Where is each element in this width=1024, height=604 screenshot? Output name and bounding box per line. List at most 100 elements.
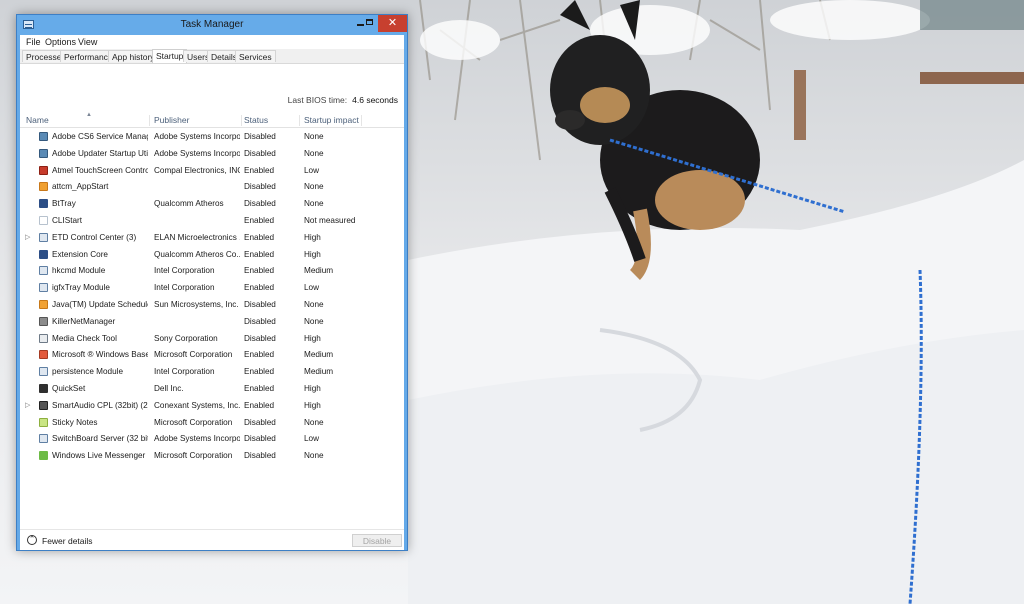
generic-app-icon xyxy=(39,367,48,377)
row-name: Adobe Updater Startup Utility xyxy=(52,148,148,158)
row-name: ETD Control Center (3) xyxy=(52,232,137,242)
row-name: BtTray xyxy=(52,199,76,209)
row-startup-impact: High xyxy=(304,232,321,242)
table-row[interactable]: KillerNetManager Disabled None xyxy=(20,313,404,330)
table-row[interactable]: Java(TM) Update Scheduler Sun Microsystem… xyxy=(20,296,404,313)
row-name: attcm_AppStart xyxy=(52,182,109,192)
sticky-notes-icon xyxy=(39,417,48,427)
expand-chevron-icon[interactable]: ▷ xyxy=(25,233,30,241)
row-publisher: Dell Inc. xyxy=(154,384,184,393)
row-startup-impact: None xyxy=(304,316,324,326)
menu-view[interactable]: View xyxy=(78,37,97,47)
row-status: Disabled xyxy=(244,182,276,192)
menu-file[interactable]: File xyxy=(26,37,41,47)
row-status: Enabled xyxy=(244,232,275,242)
table-row[interactable]: Extension Core Qualcomm Atheros Co... Enab… xyxy=(20,246,404,263)
table-row[interactable]: Adobe CS6 Service Manager Adobe Systems I… xyxy=(20,128,404,145)
table-row[interactable]: Atmel TouchScreen Control Compal Electron… xyxy=(20,162,404,179)
table-row[interactable]: igfxTray Module Intel Corporation Enabled L… xyxy=(20,279,404,296)
row-publisher: Adobe Systems Incorpor... xyxy=(154,434,240,444)
row-status: Enabled xyxy=(244,165,275,175)
row-name: QuickSet xyxy=(52,384,86,393)
chevron-up-circle-icon[interactable]: ⌃ xyxy=(27,535,37,545)
row-name: persistence Module xyxy=(52,367,123,377)
row-publisher: Intel Corporation xyxy=(154,283,215,293)
column-header-startup-impact[interactable]: Startup impact xyxy=(304,115,362,126)
quickset-icon xyxy=(39,384,48,393)
table-row[interactable]: Media Check Tool Sony Corporation Disabled… xyxy=(20,330,404,347)
column-header-status[interactable]: Status xyxy=(244,115,300,126)
tab-strip: Processes Performance App history Startu… xyxy=(20,49,404,64)
row-startup-impact: High xyxy=(304,384,321,393)
row-publisher: ELAN Microelectronics ... xyxy=(154,232,240,242)
maximize-button[interactable] xyxy=(361,15,378,32)
row-startup-impact: Not measured xyxy=(304,216,356,225)
close-icon: ✕ xyxy=(387,17,398,29)
messenger-icon xyxy=(39,451,48,461)
row-status: Disabled xyxy=(244,417,276,427)
row-publisher: Microsoft Corporation xyxy=(154,417,233,427)
row-startup-impact: None xyxy=(304,417,324,427)
row-startup-impact: None xyxy=(304,182,324,192)
row-publisher: Adobe Systems Incorpor... xyxy=(154,132,240,141)
close-button[interactable]: ✕ xyxy=(378,15,407,32)
row-publisher: Sony Corporation xyxy=(154,333,218,343)
table-row[interactable]: attcm_AppStart Disabled None xyxy=(20,178,404,195)
tab-app-history[interactable]: App history xyxy=(108,50,159,62)
orange-app-icon xyxy=(39,182,48,192)
row-name: Atmel TouchScreen Control xyxy=(52,165,148,175)
row-startup-impact: High xyxy=(304,400,321,410)
java-icon xyxy=(39,300,48,309)
row-status: Disabled xyxy=(244,451,276,461)
row-status: Disabled xyxy=(244,333,276,343)
row-status: Enabled xyxy=(244,216,275,225)
row-name: Media Check Tool xyxy=(52,333,117,343)
row-publisher: Adobe Systems Incorpor... xyxy=(154,148,240,158)
title-bar[interactable]: Task Manager ✕ xyxy=(17,15,407,35)
table-row[interactable]: SwitchBoard Server (32 bit) Adobe Systems… xyxy=(20,430,404,447)
column-header-row: Name ▲ Publisher Status Startup impact xyxy=(20,112,404,128)
row-publisher: Microsoft Corporation xyxy=(154,451,233,461)
column-header-publisher[interactable]: Publisher xyxy=(154,115,242,126)
table-row[interactable]: ▷ ETD Control Center (3) ELAN Microelectro… xyxy=(20,229,404,246)
disable-button[interactable]: Disable xyxy=(352,534,402,547)
row-name: KillerNetManager xyxy=(52,316,116,326)
row-startup-impact: Medium xyxy=(304,367,334,377)
row-status: Enabled xyxy=(244,384,275,393)
window-title: Task Manager xyxy=(180,19,244,30)
media-icon xyxy=(39,333,48,343)
column-name-label: Name xyxy=(26,115,49,125)
row-name: Sticky Notes xyxy=(52,417,98,427)
table-row[interactable]: Sticky Notes Microsoft Corporation Disable… xyxy=(20,414,404,431)
row-startup-impact: Low xyxy=(304,434,320,444)
row-publisher: Intel Corporation xyxy=(154,367,215,377)
window-client-area: File Options View Processes Performance … xyxy=(20,35,404,550)
menu-options[interactable]: Options xyxy=(45,37,76,47)
row-startup-impact: High xyxy=(304,249,321,259)
row-name: Extension Core xyxy=(52,249,108,259)
expand-chevron-icon[interactable]: ▷ xyxy=(25,401,30,409)
tab-services[interactable]: Services xyxy=(235,50,276,62)
row-publisher: Microsoft Corporation xyxy=(154,350,233,360)
generic-app-icon xyxy=(39,434,48,444)
row-startup-impact: High xyxy=(304,333,321,343)
table-row[interactable]: Adobe Updater Startup Utility Adobe Syste… xyxy=(20,145,404,162)
table-row[interactable]: persistence Module Intel Corporation Enabl… xyxy=(20,363,404,380)
table-row[interactable]: hkcmd Module Intel Corporation Enabled Medi… xyxy=(20,262,404,279)
row-publisher: Qualcomm Atheros xyxy=(154,199,224,209)
table-row[interactable]: ▷ SmartAudio CPL (32bit) (2) Conexant Syst… xyxy=(20,397,404,414)
column-header-name[interactable]: Name ▲ xyxy=(26,112,150,126)
fewer-details-link[interactable]: Fewer details xyxy=(42,536,93,546)
row-status: Disabled xyxy=(244,148,276,158)
row-status: Enabled xyxy=(244,266,275,276)
table-row[interactable]: CLIStart Enabled Not measured xyxy=(20,212,404,229)
table-row[interactable]: QuickSet Dell Inc. Enabled High xyxy=(20,380,404,397)
bios-label: Last BIOS time: xyxy=(287,95,348,105)
blank-app-icon xyxy=(39,216,48,225)
row-status: Disabled xyxy=(244,316,276,326)
row-name: Java(TM) Update Scheduler xyxy=(52,300,148,309)
table-row[interactable]: Windows Live Messenger Microsoft Corporat… xyxy=(20,447,404,464)
table-row[interactable]: Microsoft ® Windows Base... Microsoft Cor… xyxy=(20,346,404,363)
row-name: Windows Live Messenger xyxy=(52,451,146,461)
table-row[interactable]: BtTray Qualcomm Atheros Disabled None xyxy=(20,195,404,212)
